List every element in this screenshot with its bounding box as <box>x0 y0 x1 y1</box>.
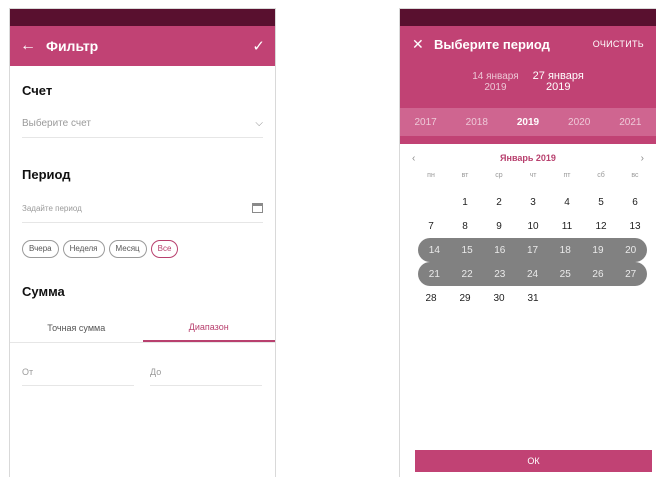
year-option[interactable]: 2021 <box>619 117 641 128</box>
calendar-day[interactable]: 19 <box>582 245 615 256</box>
calendar-day[interactable]: 21 <box>418 269 451 280</box>
weekday-label: чт <box>529 172 537 179</box>
chevron-right-icon[interactable]: › <box>641 153 644 164</box>
calendar-day[interactable]: 23 <box>483 269 516 280</box>
range-start-date[interactable]: 14 января 2019 <box>472 71 518 93</box>
weekday-label: пн <box>427 172 435 179</box>
range-end-year: 2019 <box>545 81 571 93</box>
calendar-day[interactable]: 5 <box>584 197 618 208</box>
calendar-day[interactable]: 15 <box>451 245 484 256</box>
tab-range[interactable]: Диапазон <box>142 314 275 342</box>
account-label: Счет <box>22 83 53 98</box>
calendar-day[interactable]: 31 <box>516 293 550 304</box>
weekday-header: пн вт ср чт пт сб вс <box>414 172 656 179</box>
calendar-day[interactable]: 17 <box>516 245 549 256</box>
year-option[interactable]: 2018 <box>466 117 488 128</box>
range-start-year: 2019 <box>484 82 507 93</box>
period-field[interactable]: Задайте период <box>22 194 263 223</box>
calendar-day[interactable]: 16 <box>483 245 516 256</box>
tab-exact-amount[interactable]: Точная сумма <box>10 314 143 342</box>
calendar-day[interactable]: 27 <box>614 269 647 280</box>
calendar-day[interactable]: 18 <box>549 245 582 256</box>
picker-title: Выберите период <box>434 36 550 52</box>
selected-range: 14 января 2019 27 января 2019 <box>400 71 656 94</box>
chevron-left-icon[interactable]: ‹ <box>412 153 415 164</box>
filter-screen: ← Фильтр ✓ Счет Выберите счет ⌵ Период З… <box>10 9 275 477</box>
app-bar: ← Фильтр ✓ <box>10 26 275 66</box>
calendar-day[interactable]: 6 <box>618 197 652 208</box>
status-bar <box>400 9 656 26</box>
calendar-day[interactable]: 12 <box>584 221 618 232</box>
period-picker-screen: ✕ Выберите период ОЧИСТИТЬ 14 января 201… <box>400 9 656 477</box>
calendar-week-row: 14 15 16 17 18 19 20 <box>418 238 647 262</box>
close-icon[interactable]: ✕ <box>412 36 434 53</box>
calendar-day[interactable]: 29 <box>448 293 482 304</box>
chip-all[interactable]: Все <box>150 240 179 258</box>
checkmark-icon[interactable]: ✓ <box>252 37 265 55</box>
calendar-day[interactable]: 4 <box>550 197 584 208</box>
chip-week[interactable]: Неделя <box>62 240 105 258</box>
calendar-week-row: 123456 <box>414 190 652 214</box>
year-option[interactable]: 2017 <box>414 117 436 128</box>
calendar-icon[interactable] <box>252 203 263 213</box>
calendar-day[interactable]: 30 <box>482 293 516 304</box>
year-selector: 2017 2018 2019 2020 2021 <box>400 108 656 136</box>
weekday-label: вт <box>461 172 469 179</box>
weekday-label: ср <box>495 172 503 179</box>
account-select[interactable]: Выберите счет ⌵ <box>22 109 263 138</box>
chip-yesterday[interactable]: Вчера <box>22 240 59 258</box>
calendar-day[interactable]: 10 <box>516 221 550 232</box>
amount-from-field[interactable]: От <box>22 359 134 386</box>
year-option[interactable]: 2020 <box>568 117 590 128</box>
status-bar <box>10 9 275 26</box>
period-field-placeholder: Задайте период <box>22 203 82 213</box>
calendar-day[interactable]: 20 <box>614 245 647 256</box>
range-end-date[interactable]: 27 января 2019 <box>533 71 584 93</box>
weekday-label: вс <box>631 172 639 179</box>
calendar-day[interactable]: 26 <box>582 269 615 280</box>
month-label: Январь 2019 <box>500 153 556 163</box>
month-navigation: ‹ Январь 2019 › <box>412 150 644 166</box>
amount-from-placeholder: От <box>22 367 34 377</box>
picker-header: ✕ Выберите период ОЧИСТИТЬ 14 января 201… <box>400 26 656 144</box>
clear-button[interactable]: ОЧИСТИТЬ <box>593 39 644 49</box>
calendar-day[interactable]: 11 <box>550 221 584 232</box>
calendar-day[interactable]: 7 <box>414 221 448 232</box>
calendar-week-row: 21 22 23 24 25 26 27 <box>418 262 647 286</box>
calendar-day[interactable]: 1 <box>448 197 482 208</box>
weekday-label: сб <box>597 172 605 179</box>
period-label: Период <box>22 167 71 182</box>
amount-tabs: Точная сумма Диапазон <box>10 314 275 343</box>
calendar-day[interactable]: 14 <box>418 245 451 256</box>
calendar-day[interactable]: 2 <box>482 197 516 208</box>
year-option-selected[interactable]: 2019 <box>517 117 539 128</box>
calendar-day[interactable]: 22 <box>451 269 484 280</box>
weekday-label: пт <box>563 172 571 179</box>
range-start-day-month: 14 января <box>472 71 519 82</box>
calendar-day[interactable]: 28 <box>414 293 448 304</box>
back-arrow-icon[interactable]: ← <box>20 37 42 55</box>
calendar-day[interactable]: 13 <box>618 221 652 232</box>
account-select-placeholder: Выберите счет <box>22 117 91 129</box>
calendar-week-row: 28 29 30 31 <box>414 286 652 310</box>
calendar-week-row: 7 8 9 10 11 12 13 <box>414 214 652 238</box>
calendar-day[interactable]: 24 <box>516 269 549 280</box>
calendar-day[interactable]: 8 <box>448 221 482 232</box>
calendar-day[interactable]: 3 <box>516 197 550 208</box>
ok-button[interactable]: ОК <box>415 450 652 472</box>
amount-to-field[interactable]: До <box>150 359 262 386</box>
page-title: Фильтр <box>46 38 99 54</box>
chip-month[interactable]: Месяц <box>108 240 147 258</box>
amount-to-placeholder: До <box>150 367 162 377</box>
quick-period-chips: Вчера Неделя Месяц Все <box>22 240 179 258</box>
calendar-day[interactable]: 9 <box>482 221 516 232</box>
chevron-down-icon: ⌵ <box>255 117 263 129</box>
amount-label: Сумма <box>22 284 65 299</box>
calendar-day[interactable]: 25 <box>549 269 582 280</box>
